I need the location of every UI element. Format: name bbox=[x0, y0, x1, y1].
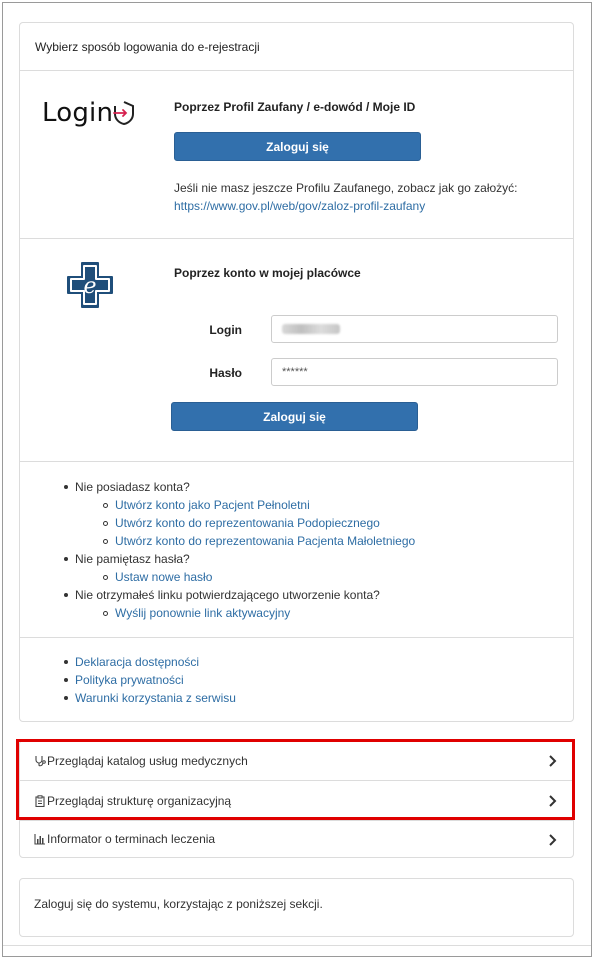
resend-activation-link[interactable]: Wyślij ponownie link aktywacyjny bbox=[115, 604, 290, 622]
create-minor-link[interactable]: Utwórz konto do reprezentowania Pacjenta… bbox=[115, 532, 415, 550]
local-login-button[interactable]: Zaloguj się bbox=[171, 402, 418, 431]
bottom-info-text: Zaloguj się do systemu, korzystając z po… bbox=[34, 897, 323, 911]
forgot-password-item: Nie pamiętasz hasła? bbox=[20, 550, 573, 568]
profil-info: Jeśli nie masz jeszcze Profilu Zaufanego… bbox=[174, 179, 518, 215]
set-password-item: Ustaw nowe hasło bbox=[20, 568, 573, 586]
chevron-right-icon bbox=[549, 795, 557, 807]
password-label: Hasło bbox=[209, 366, 242, 380]
create-adult-link[interactable]: Utwórz konto jako Pacjent Pełnoletni bbox=[115, 496, 310, 514]
create-ward-link[interactable]: Utwórz konto do reprezentowania Podopiec… bbox=[115, 514, 380, 532]
nav-informator-item[interactable]: Informator o terminach leczenia bbox=[20, 820, 573, 858]
chevron-right-icon bbox=[549, 834, 557, 846]
bullet bbox=[64, 678, 68, 682]
no-activation-text: Nie otrzymałeś linku potwierdzającego ut… bbox=[75, 588, 380, 602]
accessibility-item: Deklaracja dostępności bbox=[20, 653, 573, 671]
terms-link[interactable]: Warunki korzystania z serwisu bbox=[75, 689, 236, 707]
circle-bullet bbox=[103, 521, 108, 526]
nav-structure-item[interactable]: Przeglądaj strukturę organizacyjną bbox=[20, 781, 573, 821]
nav-list-panel: Przeglądaj katalog usług medycznych Prze… bbox=[19, 740, 574, 858]
no-account-item: Nie posiadasz konta? bbox=[20, 478, 573, 496]
terms-item: Warunki korzystania z serwisu bbox=[20, 689, 573, 707]
login-input-value-redacted bbox=[282, 324, 340, 334]
circle-bullet bbox=[103, 503, 108, 508]
create-minor-item: Utwórz konto do reprezentowania Pacjenta… bbox=[20, 532, 573, 550]
accessibility-link[interactable]: Deklaracja dostępności bbox=[75, 653, 199, 671]
resend-activation-item: Wyślij ponownie link aktywacyjny bbox=[20, 604, 573, 622]
login-shield-icon bbox=[113, 101, 134, 126]
privacy-link[interactable]: Polityka prywatności bbox=[75, 671, 184, 689]
bullet bbox=[64, 485, 68, 489]
no-activation-item: Nie otrzymałeś linku potwierdzającego ut… bbox=[20, 586, 573, 604]
profil-zaufany-section: Login Poprzez Profil Zaufany / e-dowód /… bbox=[20, 72, 573, 238]
footer-links-section: Deklaracja dostępności Polityka prywatno… bbox=[20, 638, 573, 722]
nav-informator-label: Informator o terminach leczenia bbox=[47, 832, 216, 846]
bullet bbox=[64, 660, 68, 664]
password-input[interactable]: ****** bbox=[271, 358, 558, 386]
create-ward-item: Utwórz konto do reprezentowania Podopiec… bbox=[20, 514, 573, 532]
account-help-list: Nie posiadasz konta? Utwórz konto jako P… bbox=[20, 478, 573, 622]
profil-info-text: Jeśli nie masz jeszcze Profilu Zaufanego… bbox=[174, 181, 518, 195]
login-label: Login bbox=[209, 323, 242, 337]
nav-catalog-item[interactable]: Przeglądaj katalog usług medycznych bbox=[20, 741, 573, 781]
circle-bullet bbox=[103, 539, 108, 544]
nav-structure-label: Przeglądaj strukturę organizacyjną bbox=[47, 794, 232, 808]
svg-text:e: e bbox=[83, 274, 96, 299]
nav-catalog-label: Przeglądaj katalog usług medycznych bbox=[47, 754, 248, 768]
login-panel-header: Wybierz sposób logowania do e-rejestracj… bbox=[20, 23, 573, 71]
local-account-section: e Poprzez konto w mojej placówce Login H… bbox=[20, 239, 573, 461]
bottom-divider bbox=[3, 945, 591, 946]
clipboard-icon bbox=[34, 795, 46, 807]
login-input[interactable] bbox=[271, 315, 558, 343]
privacy-item: Polityka prywatności bbox=[20, 671, 573, 689]
bullet bbox=[64, 557, 68, 561]
profil-zaufany-title: Poprzez Profil Zaufany / e-dowód / Moje … bbox=[174, 100, 416, 114]
set-new-password-link[interactable]: Ustaw nowe hasło bbox=[115, 568, 212, 586]
no-account-text: Nie posiadasz konta? bbox=[75, 480, 190, 494]
footer-links-list: Deklaracja dostępności Polityka prywatno… bbox=[20, 653, 573, 707]
bullet bbox=[64, 593, 68, 597]
bullet bbox=[64, 696, 68, 700]
circle-bullet bbox=[103, 611, 108, 616]
account-help-section: Nie posiadasz konta? Utwórz konto jako P… bbox=[20, 462, 573, 637]
forgot-password-text: Nie pamiętasz hasła? bbox=[75, 552, 190, 566]
create-adult-item: Utwórz konto jako Pacjent Pełnoletni bbox=[20, 496, 573, 514]
login-logo-text: Login bbox=[42, 98, 114, 128]
password-input-value: ****** bbox=[282, 366, 308, 378]
bottom-info-panel: Zaloguj się do systemu, korzystając z po… bbox=[19, 878, 574, 937]
local-account-title: Poprzez konto w mojej placówce bbox=[174, 266, 361, 280]
circle-bullet bbox=[103, 575, 108, 580]
bar-chart-icon bbox=[34, 833, 46, 845]
login-panel: Wybierz sposób logowania do e-rejestracj… bbox=[19, 22, 574, 722]
e-cross-logo-icon: e bbox=[67, 262, 113, 308]
stethoscope-icon bbox=[34, 755, 46, 767]
login-logo: Login bbox=[42, 98, 134, 128]
profil-info-link[interactable]: https://www.gov.pl/web/gov/zaloz-profil-… bbox=[174, 199, 425, 213]
profil-login-button[interactable]: Zaloguj się bbox=[174, 132, 421, 161]
chevron-right-icon bbox=[549, 755, 557, 767]
